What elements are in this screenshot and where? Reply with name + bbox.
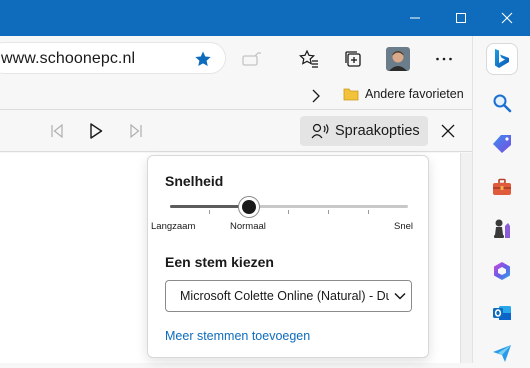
minimize-button[interactable]	[392, 0, 438, 36]
collections-icon	[345, 51, 361, 67]
profile-avatar	[386, 47, 410, 71]
play-button[interactable]	[83, 118, 109, 144]
next-icon	[130, 124, 142, 138]
microsoft-365-icon	[494, 262, 510, 280]
close-window-icon	[501, 12, 513, 24]
bing-copilot-icon	[495, 49, 509, 68]
close-read-aloud-button[interactable]	[435, 118, 461, 144]
other-favorites-folder[interactable]: Andere favorieten	[343, 87, 464, 101]
voice-options-panel: Snelheid Langzaam Normaal Snel Een stem …	[147, 155, 429, 358]
profile-button[interactable]	[382, 43, 414, 75]
play-icon	[90, 123, 103, 139]
copilot-button[interactable]	[486, 43, 518, 75]
sidebar-games-button[interactable]	[487, 214, 517, 244]
outlook-icon	[493, 306, 511, 320]
slider-tick	[209, 210, 210, 214]
read-aloud-toolbar-button[interactable]	[236, 43, 268, 75]
favorites-button[interactable]	[293, 43, 325, 75]
read-aloud-disabled-icon	[242, 52, 261, 66]
maximize-button[interactable]	[438, 0, 484, 36]
speed-label-fast: Snel	[394, 221, 414, 232]
slider-tick	[328, 210, 329, 214]
voice-heading: Een stem kiezen	[165, 254, 274, 270]
previous-icon	[51, 124, 63, 138]
voice-options-icon	[311, 123, 329, 139]
voice-options-label: Spraakopties	[335, 123, 420, 139]
speed-label-normal: Normaal	[230, 221, 266, 232]
edge-sidebar	[472, 36, 530, 363]
add-more-voices-link[interactable]: Meer stemmen toevoegen	[165, 329, 310, 343]
sidebar-search-button[interactable]	[487, 88, 517, 118]
search-icon	[493, 94, 512, 113]
previous-paragraph-button[interactable]	[44, 118, 70, 144]
url-text[interactable]: www.schoonepc.nl	[1, 50, 135, 68]
sidebar-outlook-button[interactable]	[487, 298, 517, 328]
voice-select[interactable]: Microsoft Colette Online (Natural) - Dut…	[165, 280, 412, 312]
voice-select-value: Microsoft Colette Online (Natural) - Dut…	[180, 289, 411, 303]
favorites-bar: Andere favorieten	[0, 82, 472, 110]
folder-icon	[343, 88, 359, 101]
sidebar-m365-button[interactable]	[487, 256, 517, 286]
read-aloud-bar: Spraakopties	[0, 110, 472, 152]
games-icon	[494, 219, 510, 238]
page-scrollbar[interactable]	[460, 153, 472, 363]
close-icon	[441, 124, 455, 138]
sidebar-tools-button[interactable]	[487, 172, 517, 202]
voice-options-button[interactable]: Spraakopties	[300, 116, 428, 146]
close-window-button[interactable]	[484, 0, 530, 36]
favorites-list-icon	[299, 49, 318, 68]
more-menu-button[interactable]	[428, 43, 460, 75]
minimize-icon	[410, 17, 420, 19]
next-paragraph-button[interactable]	[123, 118, 149, 144]
slider-thumb[interactable]	[238, 196, 260, 218]
chevron-down-icon	[394, 292, 406, 300]
maximize-icon	[456, 13, 466, 23]
collections-button[interactable]	[337, 43, 369, 75]
speed-heading: Snelheid	[165, 173, 224, 189]
favorite-button[interactable]	[187, 43, 219, 75]
sidebar-send-button[interactable]	[487, 338, 517, 368]
chevron-right-icon[interactable]	[311, 89, 321, 103]
slider-tick	[288, 210, 289, 214]
favorite-star-icon	[195, 51, 211, 67]
browser-toolbar: www.schoonepc.nl	[0, 36, 472, 82]
other-favorites-label: Andere favorieten	[365, 87, 464, 101]
sidebar-shopping-button[interactable]	[487, 129, 517, 159]
tools-icon	[493, 178, 511, 195]
more-menu-icon	[436, 57, 452, 61]
title-bar	[0, 0, 530, 36]
speed-slider[interactable]	[170, 194, 408, 218]
speed-label-slow: Langzaam	[151, 221, 196, 232]
shopping-tag-icon	[493, 135, 511, 153]
slider-tick	[368, 210, 369, 214]
send-icon	[493, 345, 511, 362]
